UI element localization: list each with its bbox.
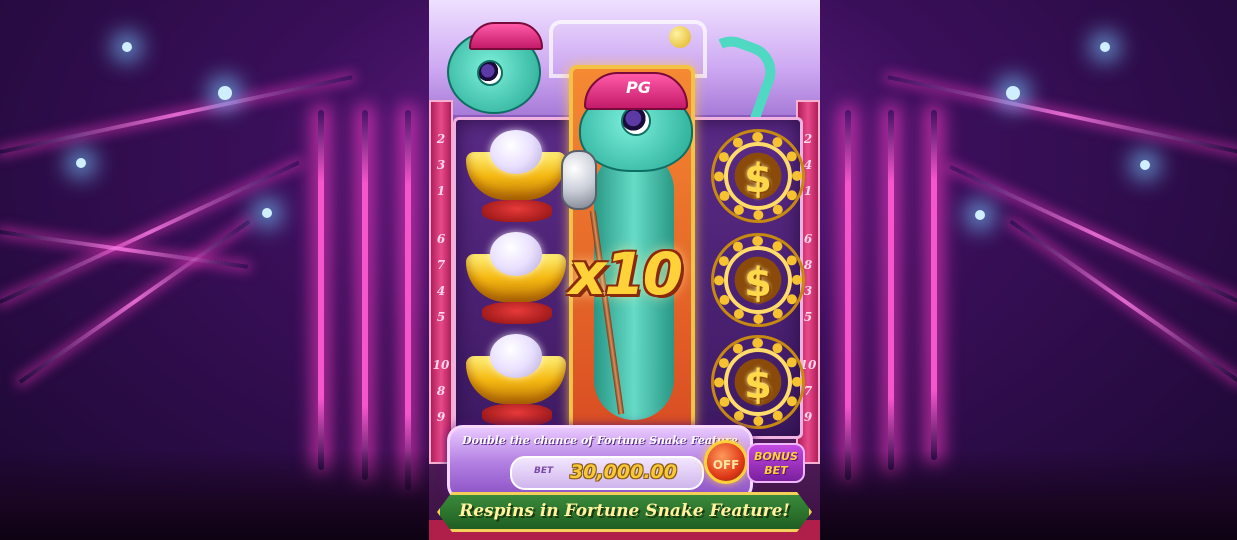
payline-number: 5 — [436, 310, 446, 324]
dollar-sign: $ — [744, 260, 772, 306]
bonus-button-label: BET — [764, 464, 788, 477]
cap-icon: PG — [584, 72, 688, 110]
payline-number: 6 — [436, 232, 446, 246]
crowd-silhouette — [0, 450, 430, 540]
cap-icon — [469, 22, 543, 50]
payline-number: 9 — [436, 410, 446, 424]
payline-number: 8 — [436, 384, 446, 398]
multiplier-label: x10 — [569, 240, 683, 308]
payline-number: 1 — [436, 184, 446, 198]
bet-display: BET 30,000.00 — [510, 456, 704, 490]
dollar-coin-chain-icon: $ — [714, 236, 802, 324]
dollar-coin-chain-icon: $ — [714, 132, 802, 220]
dollar-sign: $ — [744, 156, 772, 202]
microphone-icon — [561, 150, 597, 210]
gold-ingot-icon — [464, 334, 568, 426]
microphone-icon — [669, 26, 691, 48]
payline-pillar-left: 2 3 1 6 7 4 5 10 8 9 — [429, 100, 453, 464]
feature-banner: Respins in Fortune Snake Feature! — [437, 492, 812, 532]
payline-number: 2 — [436, 132, 446, 146]
bonus-bet-button[interactable]: BONUS BET — [747, 443, 805, 483]
crowd-silhouette — [820, 450, 1237, 540]
bonus-bet-toggle-button[interactable]: OFF — [704, 440, 748, 484]
payline-number: 3 — [436, 158, 446, 172]
bonus-button-label: BONUS — [754, 450, 798, 463]
concert-background-left — [0, 0, 430, 540]
dollar-coin-chain-icon: $ — [714, 338, 802, 426]
payline-number: 7 — [436, 258, 446, 272]
slot-game-panel: 2 3 1 6 7 4 5 10 8 9 2 4 1 6 8 3 5 10 7 … — [429, 0, 820, 540]
payline-number: 10 — [432, 358, 450, 372]
bonus-description: Double the chance of Fortune Snake Featu… — [462, 434, 738, 447]
dollar-sign: $ — [744, 362, 772, 408]
snake-eye — [621, 106, 651, 136]
gold-ingot-icon — [464, 232, 568, 324]
cap-logo: PG — [626, 78, 651, 97]
bet-label: BET — [534, 466, 554, 476]
banner-text: Respins in Fortune Snake Feature! — [459, 501, 790, 521]
mascot-eye — [477, 60, 503, 86]
concert-background-right — [820, 0, 1237, 540]
gold-ingot-icon — [464, 130, 568, 222]
payline-number: 4 — [436, 284, 446, 298]
bet-value: 30,000.00 — [570, 461, 677, 483]
